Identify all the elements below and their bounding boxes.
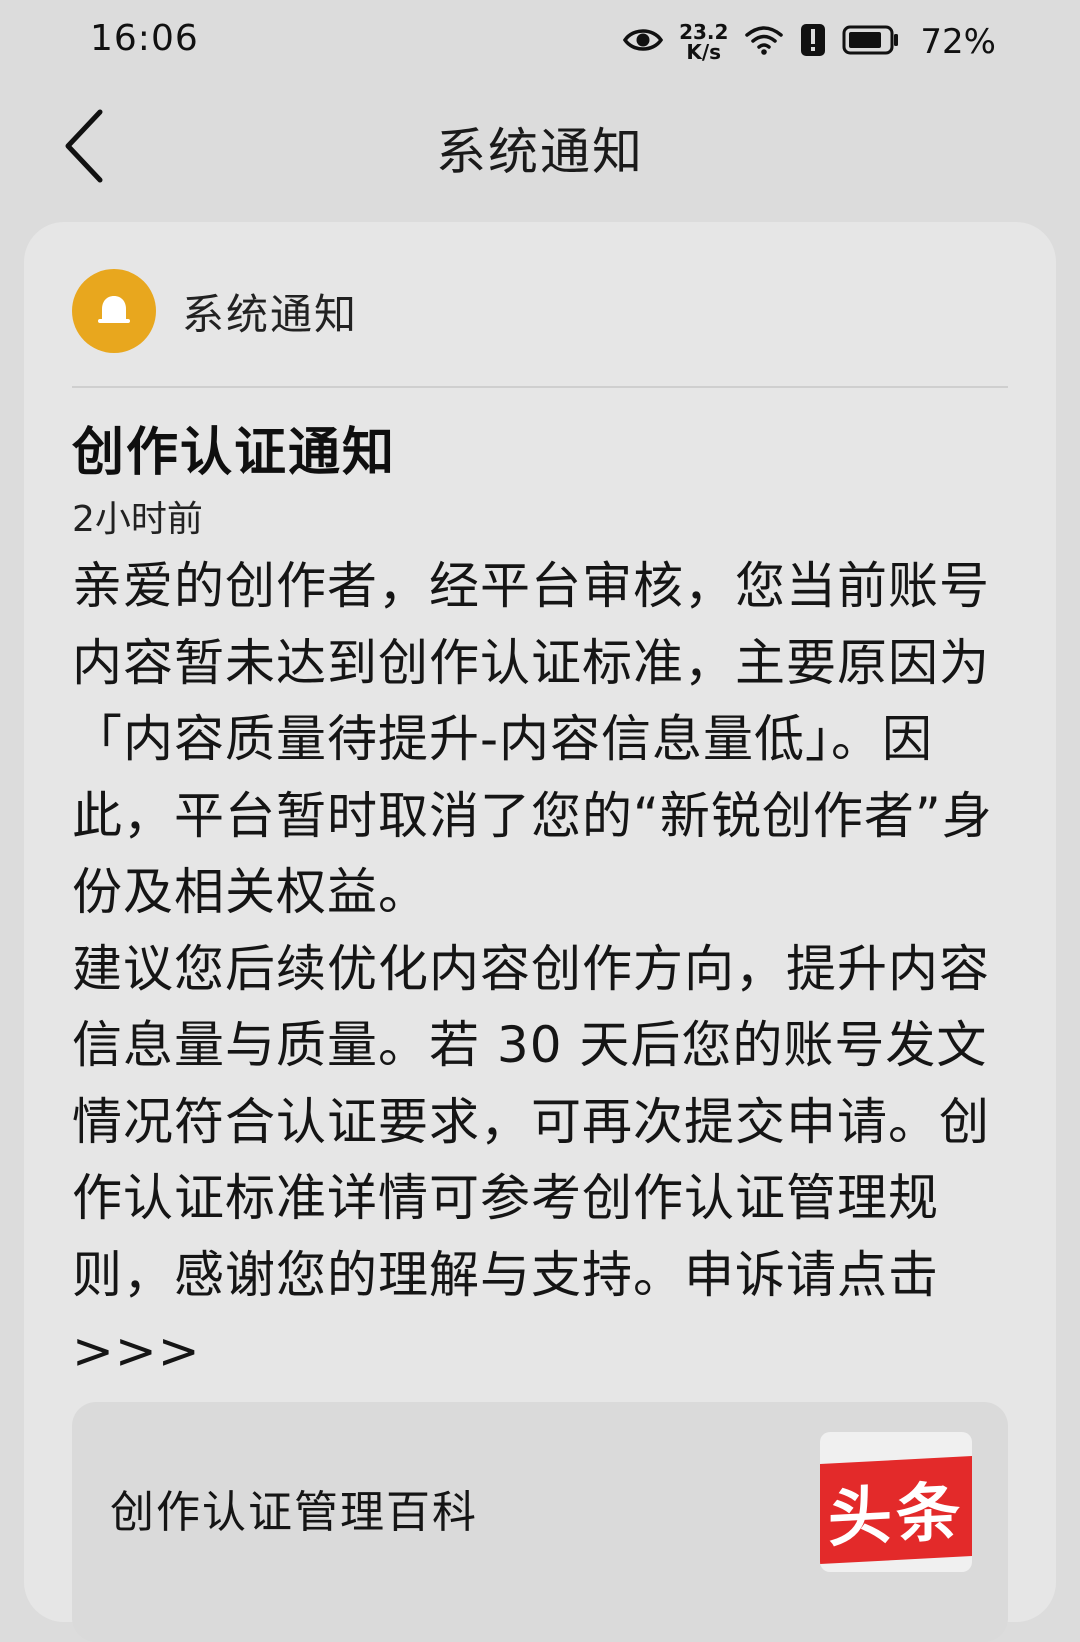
divider xyxy=(72,386,1008,388)
alert-icon xyxy=(800,23,826,61)
status-icons: 23.2 K/s 72% xyxy=(622,14,996,70)
battery-percent: 72% xyxy=(920,22,996,62)
link-card-title: 创作认证管理百科 xyxy=(110,1487,478,1538)
notification-card: 系统通知 创作认证通知 2小时前 亲爱的创作者，经平台审核，您当前账号内容暂未达… xyxy=(24,222,1056,1642)
link-card-thumbnail: 头条 xyxy=(820,1432,972,1572)
avatar xyxy=(72,269,156,353)
network-speed: 23.2 K/s xyxy=(679,22,728,62)
notice-title: 创作认证通知 xyxy=(72,423,397,483)
notice-paragraph-appeal[interactable]: 建议您后续优化内容创作方向，提升内容信息量与质量。若 30 天后您的账号发文情况… xyxy=(72,931,1012,1390)
header: 系统通知 xyxy=(0,96,1080,196)
page-title: 系统通知 xyxy=(436,123,644,181)
status-bar: 16:06 23.2 K/s 72% xyxy=(0,0,1080,84)
battery-icon xyxy=(842,25,900,59)
toutiao-logo: 头条 xyxy=(820,1456,972,1564)
notice-body: 亲爱的创作者，经平台审核，您当前账号内容暂未达到创作认证标准，主要原因为「内容质… xyxy=(72,548,1012,1390)
eye-icon xyxy=(622,26,664,58)
status-time: 16:06 xyxy=(90,18,199,59)
wifi-icon xyxy=(744,24,784,60)
sender-row: 系统通知 xyxy=(72,268,358,354)
notice-paragraph: 亲爱的创作者，经平台审核，您当前账号内容暂未达到创作认证标准，主要原因为「内容质… xyxy=(72,557,993,921)
link-card[interactable]: 创作认证管理百科 头条 xyxy=(72,1402,1008,1642)
net-speed-value: 23.2 xyxy=(679,20,729,44)
net-speed-unit: K/s xyxy=(686,40,722,64)
notice-time: 2小时前 xyxy=(72,499,203,540)
bell-icon xyxy=(98,296,130,323)
sender-name: 系统通知 xyxy=(182,289,359,339)
